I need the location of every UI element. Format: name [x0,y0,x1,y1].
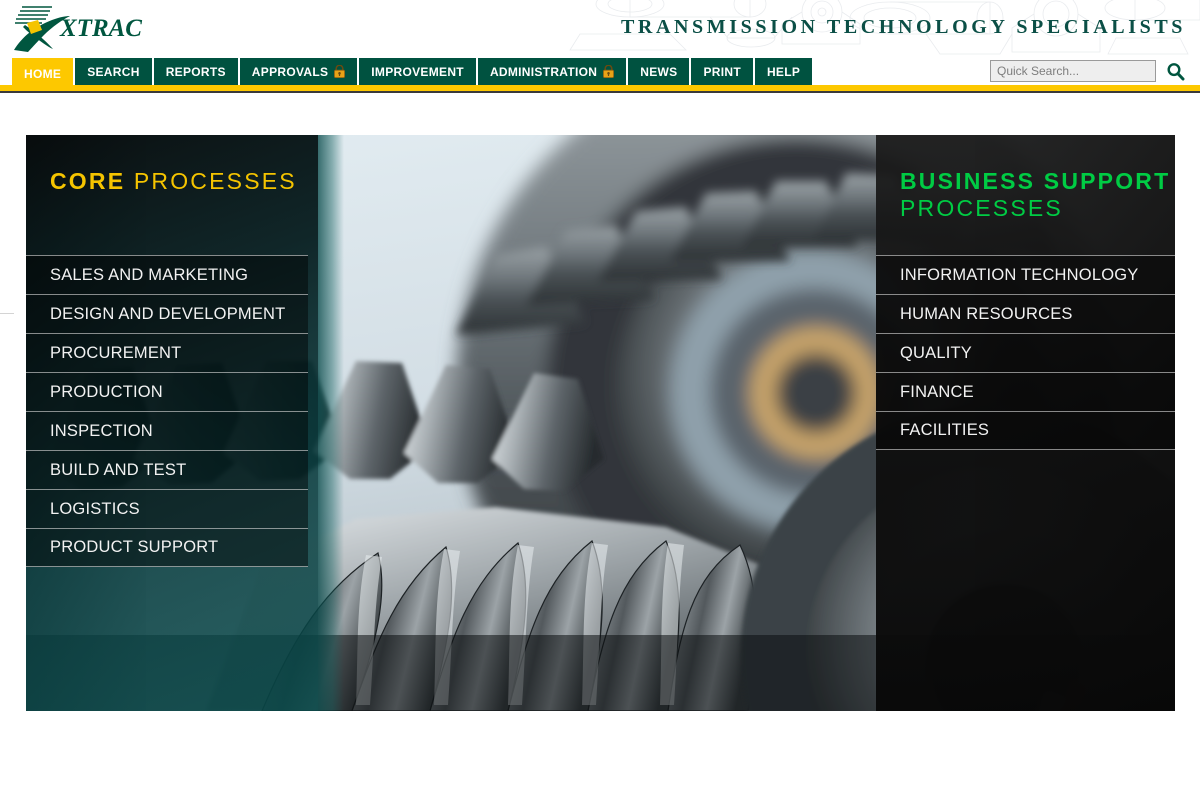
page-header: XTRAC TRANSMISSION TECHNOLOGY SPECIALIST… [0,0,1200,58]
nav-item-label: APPROVALS [251,64,329,79]
hero-banner: CORE PROCESSES SALES AND MARKETING DESIGN… [26,135,1175,711]
nav-item-label: IMPROVEMENT [371,64,464,79]
nav-item-label: PRINT [703,64,741,79]
list-item-label: PROCUREMENT [50,343,182,362]
list-item-label: HUMAN RESOURCES [900,304,1073,323]
search-input[interactable] [990,60,1156,82]
nav-item-search[interactable]: SEARCH [75,58,152,85]
list-item-label: LOGISTICS [50,499,140,518]
core-processes-heading: CORE PROCESSES [50,168,297,195]
core-process-item-procurement[interactable]: PROCUREMENT [26,333,308,372]
core-process-item-design-and-development[interactable]: DESIGN AND DEVELOPMENT [26,294,308,333]
nav-item-print[interactable]: PRINT [691,58,753,85]
list-item-label: INFORMATION TECHNOLOGY [900,265,1139,284]
business-heading-light: PROCESSES [900,195,1063,222]
nav-item-approvals[interactable]: APPROVALS [239,58,358,85]
core-processes-list: SALES AND MARKETING DESIGN AND DEVELOPMEN… [26,255,308,567]
core-process-item-inspection[interactable]: INSPECTION [26,411,308,450]
list-item-label: SALES AND MARKETING [50,265,249,284]
core-process-item-production[interactable]: PRODUCTION [26,372,308,411]
search-area [990,60,1186,82]
nav-item-label: HELP [766,64,801,79]
core-process-item-logistics[interactable]: LOGISTICS [26,489,308,528]
nav-item-label: REPORTS [165,64,226,79]
list-item-label: DESIGN AND DEVELOPMENT [50,304,286,323]
lock-icon [334,64,346,78]
nav-items-container: HOME SEARCH REPORTS APPROVALS IMPROVEMENT ADM… [12,58,813,89]
list-item-label: PRODUCTION [50,382,163,401]
nav-item-administration[interactable]: ADMINISTRATION [477,58,627,85]
nav-item-improvement[interactable]: IMPROVEMENT [359,58,476,85]
nav-item-label: NEWS [640,64,678,79]
business-support-item-information-technology[interactable]: INFORMATION TECHNOLOGY [876,255,1175,294]
business-support-list: INFORMATION TECHNOLOGY HUMAN RESOURCES QUA… [876,255,1175,450]
list-item-label: BUILD AND TEST [50,460,187,479]
core-process-item-build-and-test[interactable]: BUILD AND TEST [26,450,308,489]
business-support-item-quality[interactable]: QUALITY [876,333,1175,372]
nav-item-label: ADMINISTRATION [489,64,598,79]
core-process-item-sales-and-marketing[interactable]: SALES AND MARKETING [26,255,308,294]
business-support-item-human-resources[interactable]: HUMAN RESOURCES [876,294,1175,333]
business-support-heading: BUSINESS SUPPORT PROCESSES [900,168,1170,222]
business-support-panel: BUSINESS SUPPORT PROCESSES INFORMATION T… [876,135,1175,711]
nav-item-label: SEARCH [87,64,140,79]
business-support-item-facilities[interactable]: FACILITIES [876,411,1175,450]
business-support-item-finance[interactable]: FINANCE [876,372,1175,411]
search-icon [1166,62,1184,80]
nav-item-news[interactable]: NEWS [628,58,690,85]
core-process-item-product-support[interactable]: PRODUCT SUPPORT [26,528,308,567]
logo[interactable]: XTRAC [8,3,158,53]
nav-item-help[interactable]: HELP [754,58,813,85]
nav-item-label: HOME [24,66,62,81]
core-panel-fade [318,135,344,711]
tagline: TRANSMISSION TECHNOLOGY SPECIALISTS [620,16,1186,38]
list-item-label: PRODUCT SUPPORT [50,538,219,556]
gold-divider-underline [0,91,1200,93]
core-heading-bold: CORE [50,168,126,194]
navigation-bar: HOME SEARCH REPORTS APPROVALS IMPROVEMENT ADM… [0,58,1200,93]
list-item-label: FACILITIES [900,421,990,439]
search-button[interactable] [1164,60,1186,82]
nav-item-reports[interactable]: REPORTS [153,58,238,85]
list-item-label: INSPECTION [50,421,153,440]
list-item-label: FINANCE [900,382,974,401]
logo-text: XTRAC [60,15,142,42]
lock-icon [603,64,615,78]
business-heading-bold: BUSINESS SUPPORT [900,168,1171,194]
page-edge-rule [0,313,14,314]
list-item-label: QUALITY [900,343,973,362]
core-heading-light: PROCESSES [133,168,297,194]
